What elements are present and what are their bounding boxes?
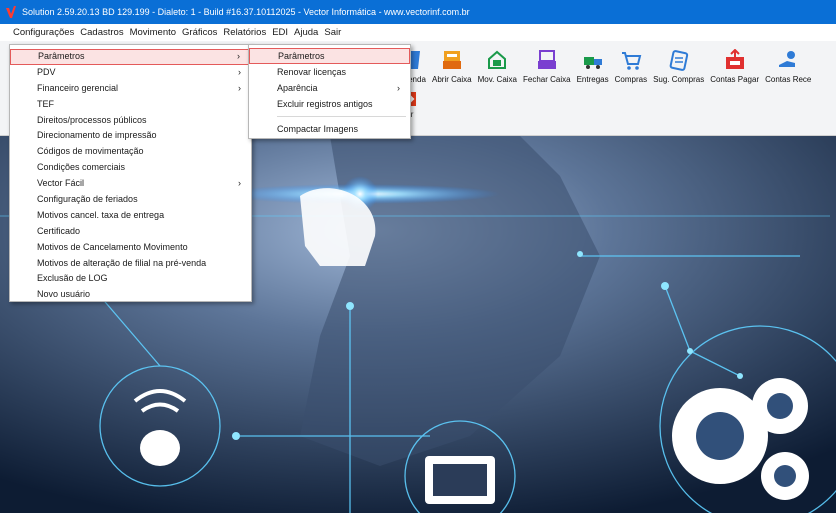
menu-item-label: TEF [37,98,54,109]
menu-item-label: Motivos de alteração de filial na pré-ve… [37,257,207,268]
accounts-payable-icon [724,49,746,71]
toolbar-button-abrir-caixa[interactable]: Abrir Caixa [432,49,472,84]
chevron-right-icon: › [397,83,400,93]
toolbar-label: Entregas [576,75,609,84]
menu-item-configuracao-feriados[interactable]: Configuração de feriados [10,192,251,208]
menu-item-label: Direitos/processos públicos [37,114,147,125]
toolbar-label: Compras [614,75,648,84]
menu-item-label: Condições comerciais [37,162,126,173]
close-cash-icon [536,49,558,71]
toolbar-label: Contas Rece [765,75,812,84]
menu-movimento[interactable]: Movimento [127,27,179,38]
menu-relatorios[interactable]: Relatórios [220,27,269,38]
submenu-item-excluir-registros[interactable]: Excluir registros antigos [249,96,410,112]
submenu-item-parametros[interactable]: Parâmetros [249,48,410,64]
menu-item-direitos-processos[interactable]: Direitos/processos públicos [10,113,251,129]
menu-item-pdv[interactable]: PDV › [10,65,251,81]
chevron-right-icon: › [238,178,241,189]
menu-item-label: Compactar Imagens [277,124,359,134]
menu-item-label: Excluir registros antigos [277,99,373,109]
submenu-item-renovar-licencas[interactable]: Renovar licenças [249,64,410,80]
menu-item-label: Direcionamento de impressão [37,130,157,141]
chevron-right-icon: › [238,66,241,77]
toolbar-label: Abrir Caixa [432,75,472,84]
menu-item-label: Parâmetros [38,51,85,61]
menu-ajuda[interactable]: Ajuda [291,27,321,38]
menu-item-label: Exclusão de LOG [37,273,108,284]
toolbar-label: Sug. Compras [653,75,705,84]
menu-item-novo-usuario[interactable]: Novo usuário [10,287,251,303]
toolbar-button-sug-compras[interactable]: Sug. Compras [653,49,704,84]
purchase-suggestion-icon [668,49,690,71]
window-title: Solution 2.59.20.13 BD 129.199 - Dialeto… [22,7,470,17]
toolbar-label: Contas Pagar [710,75,760,84]
menu-separator [277,116,406,117]
menu-item-motivos-cancelamento-movimento[interactable]: Motivos de Cancelamento Movimento [10,240,251,256]
menu-item-tef[interactable]: TEF [10,97,251,113]
menu-item-label: Vector Fácil [37,178,85,189]
app-logo-icon [6,6,16,18]
toolbar-label: Mov. Caixa [477,75,517,84]
menu-item-label: Configuração de feriados [37,194,138,205]
toolbar-label: Fechar Caixa [523,75,571,84]
title-bar: Solution 2.59.20.13 BD 129.199 - Dialeto… [0,0,836,24]
menu-item-label: PDV [37,66,56,77]
delivery-icon [582,49,604,71]
toolbar-button-contas-receber[interactable]: Contas Rece [765,49,811,84]
menu-item-parametros[interactable]: Parâmetros › [10,49,251,65]
menu-item-direcionamento-impressao[interactable]: Direcionamento de impressão [10,128,251,144]
toolbar-buttons: venda Abrir Caixa Mov. Caixa Fechar Caix… [404,49,817,84]
menu-item-codigos-movimentacao[interactable]: Códigos de movimentação [10,144,251,160]
menu-item-label: Aparência [277,83,318,93]
toolbar-button-contas-pagar[interactable]: Contas Pagar [710,49,759,84]
chevron-right-icon: › [238,82,241,93]
menu-item-label: Códigos de movimentação [37,146,144,157]
cart-icon [620,49,642,71]
menu-item-motivos-alteracao-filial[interactable]: Motivos de alteração de filial na pré-ve… [10,256,251,272]
toolbar-button-fechar-caixa[interactable]: Fechar Caixa [523,49,571,84]
menu-item-label: Parâmetros [278,51,325,61]
toolbar-button-compras[interactable]: Compras [615,49,647,84]
menu-item-exclusao-log[interactable]: Exclusão de LOG [10,271,251,287]
menu-item-label: Renovar licenças [277,67,347,77]
menu-item-condicoes-comerciais[interactable]: Condições comerciais [10,160,251,176]
menu-sair[interactable]: Sair [321,27,344,38]
menu-item-label: Motivos cancel. taxa de entrega [37,209,165,220]
chevron-right-icon: › [237,51,240,61]
cash-movement-icon [486,49,508,71]
submenu-item-aparencia[interactable]: Aparência › [249,80,410,96]
menu-item-motivos-cancel-taxa[interactable]: Motivos cancel. taxa de entrega [10,208,251,224]
menu-cadastros[interactable]: Cadastros [77,27,126,38]
menu-item-label: Financeiro gerencial [37,82,119,93]
menu-graficos[interactable]: Gráficos [179,27,220,38]
menu-configuracoes[interactable]: Configurações [10,27,77,38]
menu-edi[interactable]: EDI [269,27,291,38]
toolbar-button-mov-caixa[interactable]: Mov. Caixa [478,49,517,84]
toolbar-button-entregas[interactable]: Entregas [577,49,609,84]
parametros-submenu: Parâmetros Renovar licenças Aparência › E… [248,44,411,139]
menu-item-financeiro-gerencial[interactable]: Financeiro gerencial › [10,81,251,97]
open-cash-icon [441,49,463,71]
menu-item-vector-facil[interactable]: Vector Fácil › [10,176,251,192]
menu-item-certificado[interactable]: Certificado [10,224,251,240]
configuracoes-dropdown: Parâmetros › PDV › Financeiro gerencial › T… [9,44,252,302]
submenu-item-compactar-imagens[interactable]: Compactar Imagens [249,121,410,137]
menu-bar: Configurações Cadastros Movimento Gráfic… [0,24,836,41]
accounts-receivable-icon [777,49,799,71]
menu-item-label: Certificado [37,225,81,236]
menu-item-label: Novo usuário [37,289,91,300]
menu-item-label: Motivos de Cancelamento Movimento [37,241,188,252]
